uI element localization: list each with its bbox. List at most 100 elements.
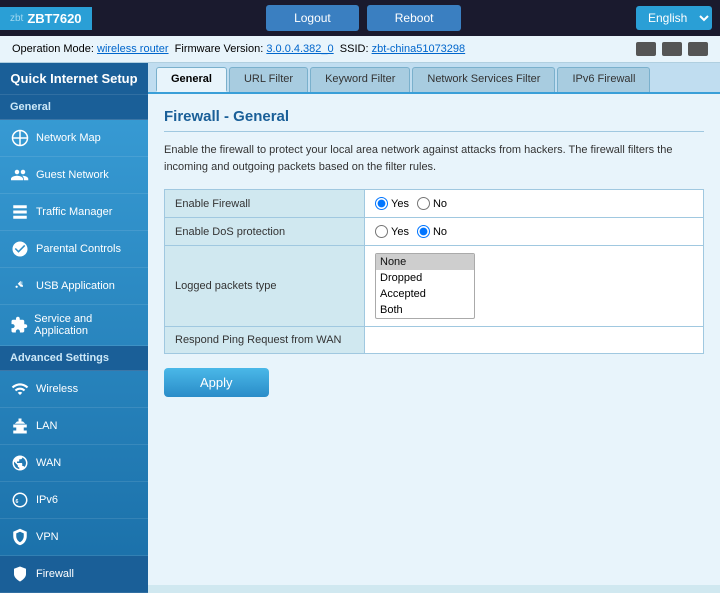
sidebar-item-label: LAN (36, 420, 57, 432)
option-dropped[interactable]: Dropped (376, 270, 474, 286)
sidebar-item-vpn[interactable]: VPN (0, 519, 148, 556)
enable-firewall-label: Enable Firewall (165, 190, 365, 218)
tab-network-services-filter[interactable]: Network Services Filter (412, 67, 555, 92)
enable-firewall-yes-radio[interactable] (375, 197, 388, 210)
sidebar-advanced-section: Advanced Settings (0, 346, 148, 371)
sidebar-item-label: Wireless (36, 383, 78, 395)
sidebar-item-wireless[interactable]: Wireless (0, 371, 148, 408)
yes-label: Yes (391, 226, 409, 238)
sidebar-item-label: WAN (36, 457, 61, 469)
sidebar-item-firewall[interactable]: Firewall (0, 556, 148, 593)
option-accepted[interactable]: Accepted (376, 286, 474, 302)
sidebar-item-label: USB Application (36, 280, 115, 292)
vpn-icon (10, 527, 30, 547)
apply-button[interactable]: Apply (164, 368, 269, 397)
logged-packets-row: Logged packets type None Dropped Accepte… (165, 246, 704, 327)
ssid-value[interactable]: zbt-china51073298 (372, 43, 466, 55)
enable-firewall-value: Yes No (365, 190, 704, 218)
enable-firewall-row: Enable Firewall Yes No (165, 190, 704, 218)
language-dropdown[interactable]: English (636, 6, 712, 30)
respond-ping-label: Respond Ping Request from WAN (165, 327, 365, 354)
logo: zbt ZBT7620 (0, 7, 92, 30)
firewall-icon (10, 564, 30, 584)
logout-button[interactable]: Logout (266, 5, 359, 31)
sidebar-item-label: Guest Network (36, 169, 109, 181)
logo-model: ZBT7620 (27, 11, 81, 26)
sidebar-item-label: Traffic Manager (36, 206, 112, 218)
quick-setup-label: Quick Internet Setup (10, 71, 137, 86)
layout: Quick Internet Setup General Network Map… (0, 63, 720, 585)
wan-icon (10, 453, 30, 473)
reboot-button[interactable]: Reboot (367, 5, 462, 31)
sidebar-item-usb-application[interactable]: USB Application (0, 268, 148, 305)
sidebar-item-label: VPN (36, 531, 59, 543)
traffic-manager-icon (10, 202, 30, 222)
tab-ipv6-firewall[interactable]: IPv6 Firewall (557, 67, 650, 92)
enable-dos-no-label[interactable]: No (417, 225, 447, 238)
parental-controls-icon (10, 239, 30, 259)
sidebar-item-quick-setup[interactable]: Quick Internet Setup (0, 63, 148, 95)
usb-icon (10, 276, 30, 296)
no-label: No (433, 226, 447, 238)
firmware-label: Firmware Version: (175, 43, 264, 55)
language-select[interactable]: English (636, 6, 712, 30)
logged-packets-select[interactable]: None Dropped Accepted Both (375, 253, 475, 319)
enable-dos-no-radio[interactable] (417, 225, 430, 238)
page-content: Firewall - General Enable the firewall t… (148, 94, 720, 411)
lan-icon (10, 416, 30, 436)
tab-general[interactable]: General (156, 67, 227, 92)
option-none[interactable]: None (376, 254, 474, 270)
enable-dos-row: Enable DoS protection Yes No (165, 218, 704, 246)
header: zbt ZBT7620 Logout Reboot English (0, 0, 720, 36)
enable-firewall-radio-group: Yes No (375, 197, 693, 210)
signal-icon (688, 42, 708, 56)
enable-dos-radio-group: Yes No (375, 225, 693, 238)
sidebar-item-label: Parental Controls (36, 243, 121, 255)
content-description: Enable the firewall to protect your loca… (164, 142, 704, 175)
enable-dos-yes-label[interactable]: Yes (375, 225, 409, 238)
sidebar-item-guest-network[interactable]: Guest Network (0, 157, 148, 194)
logged-packets-label: Logged packets type (165, 246, 365, 327)
mode-label: Operation Mode: (12, 43, 94, 55)
ipv6-icon: 6 (10, 490, 30, 510)
logo-sub: zbt (10, 13, 23, 24)
enable-firewall-no-radio[interactable] (417, 197, 430, 210)
sidebar-general-section: General (0, 95, 148, 120)
guest-network-icon (10, 165, 30, 185)
respond-ping-value (365, 327, 704, 354)
sidebar-item-network-map[interactable]: Network Map (0, 120, 148, 157)
network-icon (662, 42, 682, 56)
enable-dos-yes-radio[interactable] (375, 225, 388, 238)
main-content: General URL Filter Keyword Filter Networ… (148, 63, 720, 585)
settings-form: Enable Firewall Yes No (164, 189, 704, 354)
sidebar-item-lan[interactable]: LAN (0, 408, 148, 445)
sidebar-item-traffic-manager[interactable]: Traffic Manager (0, 194, 148, 231)
service-icon (10, 315, 28, 335)
sidebar-item-ipv6[interactable]: 6 IPv6 (0, 482, 148, 519)
enable-firewall-no-label[interactable]: No (417, 197, 447, 210)
firmware-value[interactable]: 3.0.0.4.382_0 (266, 43, 333, 55)
page-title: Firewall - General (164, 108, 704, 132)
svg-text:6: 6 (16, 499, 19, 505)
ssid-label: SSID: (340, 43, 369, 55)
network-map-icon (10, 128, 30, 148)
sidebar-item-wan[interactable]: WAN (0, 445, 148, 482)
enable-dos-label: Enable DoS protection (165, 218, 365, 246)
mode-value[interactable]: wireless router (97, 43, 169, 55)
logged-packets-value: None Dropped Accepted Both (365, 246, 704, 327)
info-bar: Operation Mode: wireless router Firmware… (0, 36, 720, 63)
sidebar-item-service-application[interactable]: Service and Application (0, 305, 148, 346)
wireless-icon (10, 379, 30, 399)
sidebar-item-label: IPv6 (36, 494, 58, 506)
sidebar: Quick Internet Setup General Network Map… (0, 63, 148, 585)
tab-url-filter[interactable]: URL Filter (229, 67, 308, 92)
enable-dos-value: Yes No (365, 218, 704, 246)
yes-label: Yes (391, 198, 409, 210)
enable-firewall-yes-label[interactable]: Yes (375, 197, 409, 210)
header-nav: Logout Reboot (92, 5, 636, 31)
option-both[interactable]: Both (376, 302, 474, 318)
sidebar-item-parental-controls[interactable]: Parental Controls (0, 231, 148, 268)
sidebar-item-label: Firewall (36, 568, 74, 580)
user-icon (636, 42, 656, 56)
tab-keyword-filter[interactable]: Keyword Filter (310, 67, 410, 92)
